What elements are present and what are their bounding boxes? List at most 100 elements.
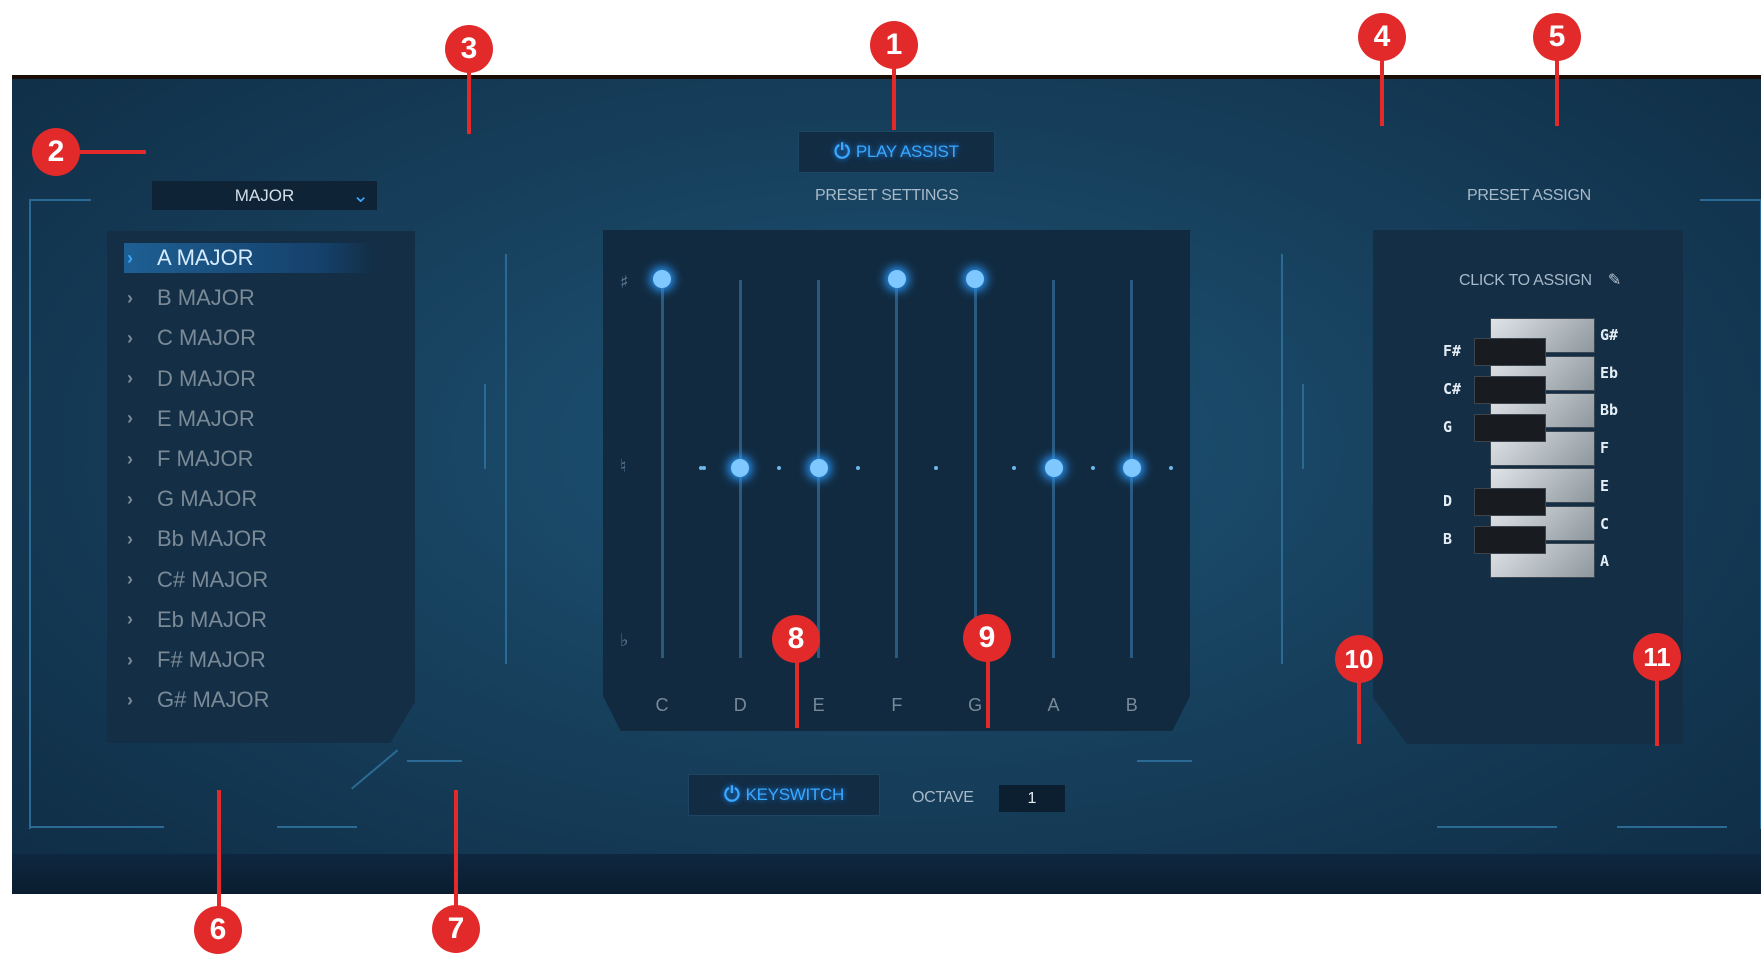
callout-marker: 11: [1633, 633, 1681, 681]
key-label: A: [1600, 552, 1610, 571]
callout-line: [1357, 680, 1361, 744]
slider-knob[interactable]: [653, 270, 671, 288]
flat-icon: ♭: [620, 630, 629, 651]
callout-marker: 5: [1533, 13, 1581, 61]
note-label: C: [655, 695, 669, 715]
key-label: B: [1443, 530, 1453, 548]
click-to-assign-text: CLICK TO ASSIGN: [1459, 272, 1592, 289]
mid-divider-right: [1281, 254, 1283, 664]
callout-marker: 7: [432, 905, 480, 953]
scale-type-dropdown[interactable]: MAJOR ⌄: [152, 181, 377, 210]
callout-line: [80, 150, 146, 154]
scale-list-item[interactable]: › Eb MAJOR: [127, 605, 267, 635]
scale-list[interactable]: › A MAJOR › B MAJOR › C MAJOR › D MAJOR › E MAJOR…: [107, 231, 415, 743]
callout-line: [795, 660, 799, 728]
callout-marker: 9: [963, 614, 1011, 662]
scale-item-label: A MAJOR: [157, 245, 254, 270]
right-frame-top-slant: [1137, 760, 1192, 762]
click-to-assign-label[interactable]: CLICK TO ASSIGN ✎: [1459, 270, 1621, 290]
preset-assign-title: PRESET ASSIGN: [1467, 187, 1591, 204]
note-label: A: [1047, 695, 1060, 715]
slider-track: [660, 280, 664, 658]
key-label: E: [1600, 476, 1610, 495]
right-frame-bottom: [1437, 826, 1557, 828]
scale-list-item[interactable]: › D MAJOR: [127, 364, 256, 394]
mid-divider-right-short: [1302, 384, 1304, 469]
black-key[interactable]: [1474, 526, 1546, 554]
scale-list-item[interactable]: › B MAJOR: [127, 283, 255, 313]
black-key[interactable]: [1474, 376, 1546, 404]
slider-knob[interactable]: [809, 459, 828, 477]
callout-line: [1655, 680, 1659, 746]
key-label: Eb: [1600, 363, 1619, 382]
key-label: C: [1600, 514, 1610, 533]
callout-marker: 4: [1358, 13, 1406, 61]
scale-item-label: F# MAJOR: [157, 647, 266, 672]
scale-item-label: G# MAJOR: [157, 687, 270, 713]
scale-list-item[interactable]: › C MAJOR: [127, 323, 256, 353]
slider-knob[interactable]: [887, 270, 906, 288]
right-frame-bottom-2: [1617, 826, 1727, 828]
key-label: F#: [1443, 342, 1462, 360]
slider-knob[interactable]: [1122, 459, 1141, 477]
scale-item-label: C# MAJOR: [157, 566, 269, 592]
key-label: G#: [1600, 326, 1619, 344]
slider-track: [895, 280, 899, 658]
key-label: D: [1443, 492, 1453, 510]
right-frame: [1700, 199, 1761, 829]
scale-item-label: F MAJOR: [157, 446, 254, 471]
scale-list-item[interactable]: › F# MAJOR: [127, 645, 266, 675]
play-assist-label: PLAY ASSIST: [855, 142, 959, 161]
scale-list-item[interactable]: › Bb MAJOR: [127, 524, 267, 554]
chevron-right-icon: ›: [127, 689, 133, 710]
scale-list-item[interactable]: › E MAJOR: [127, 404, 255, 434]
chevron-right-icon: ›: [127, 287, 133, 308]
callout-line: [1380, 60, 1384, 126]
callout-line: [892, 68, 896, 130]
chevron-right-icon: ›: [127, 609, 133, 630]
octave-input[interactable]: 1: [999, 785, 1065, 812]
chevron-right-icon: ›: [127, 569, 133, 590]
scale-item-label: Eb MAJOR: [157, 606, 268, 632]
left-frame-bottom-2: [277, 826, 357, 828]
natural-dot: [1090, 466, 1095, 470]
scale-item-label: D MAJOR: [157, 365, 256, 391]
note-label: F: [891, 695, 903, 715]
left-frame-diag: [351, 749, 399, 790]
slider-knob[interactable]: [1044, 459, 1063, 477]
scale-list-item[interactable]: › C# MAJOR: [127, 565, 268, 595]
natural-dot: [702, 466, 706, 470]
natural-dot: [855, 466, 860, 470]
callout-line: [986, 660, 990, 728]
note-label: D: [733, 695, 747, 715]
black-key[interactable]: [1474, 488, 1546, 516]
natural-icon: ♮: [620, 456, 627, 477]
black-key[interactable]: [1474, 414, 1546, 442]
chevron-right-icon: ›: [127, 368, 133, 389]
scale-list-item[interactable]: › G MAJOR: [127, 484, 257, 514]
chevron-down-icon: ⌄: [352, 185, 369, 207]
slider-track: [973, 280, 977, 658]
scale-list-item[interactable]: › G# MAJOR: [127, 685, 269, 715]
callout-marker: 6: [194, 906, 242, 954]
scale-list-item[interactable]: › F MAJOR: [127, 444, 254, 474]
black-key[interactable]: [1474, 338, 1546, 366]
natural-dot: [933, 466, 938, 470]
play-assist-button[interactable]: ⏻ PLAY ASSIST: [798, 131, 995, 173]
callout-line: [467, 72, 471, 134]
note-label: E: [812, 695, 825, 715]
chevron-right-icon: ›: [127, 408, 133, 429]
sharp-icon: ♯: [620, 272, 629, 293]
mid-divider-left-short: [484, 384, 486, 469]
scale-list-item[interactable]: › A MAJOR: [127, 243, 254, 273]
callout-marker: 8: [772, 615, 820, 663]
callout-line: [1555, 60, 1559, 126]
left-frame-bottom: [29, 826, 164, 828]
key-label: G: [1443, 418, 1453, 436]
octave-label: OCTAVE: [912, 789, 974, 806]
callout-marker: 1: [870, 21, 918, 69]
key-label: C#: [1443, 380, 1462, 398]
chevron-right-icon: ›: [127, 448, 133, 469]
callout-marker: 10: [1335, 635, 1383, 683]
keyswitch-button[interactable]: ⏻ KEYSWITCH: [688, 774, 880, 816]
